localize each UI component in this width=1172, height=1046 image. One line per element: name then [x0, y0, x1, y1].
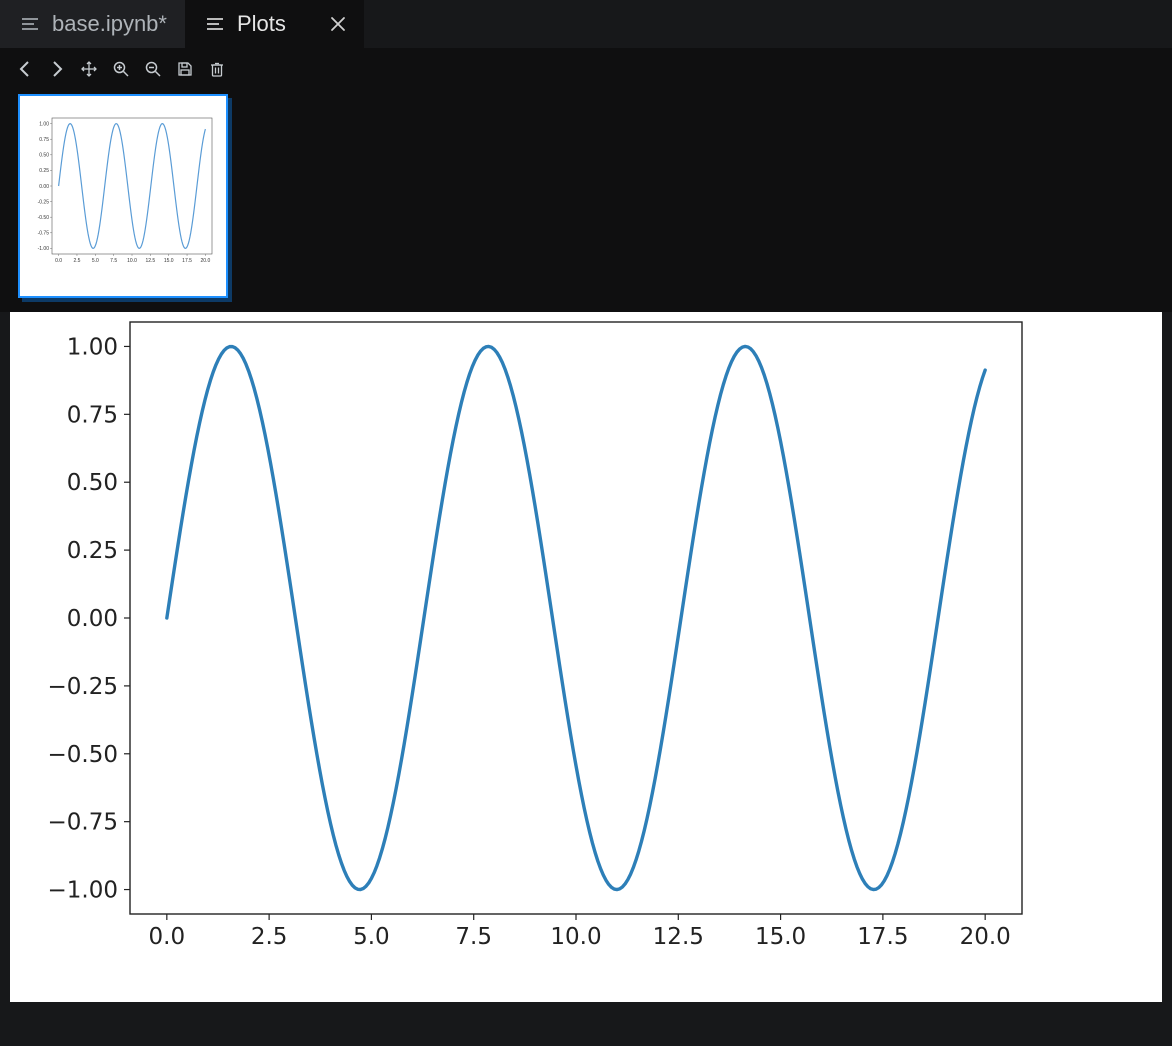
- x-tick-label: 0.0: [149, 924, 186, 950]
- svg-text:0.25: 0.25: [39, 168, 49, 174]
- svg-text:17.5: 17.5: [182, 258, 192, 264]
- svg-text:7.5: 7.5: [110, 258, 117, 264]
- y-tick-label: −0.50: [48, 742, 118, 768]
- lines-icon: [22, 17, 40, 31]
- y-tick-label: 1.00: [67, 334, 118, 360]
- x-tick-label: 10.0: [550, 924, 601, 950]
- tab-label: Plots: [237, 11, 286, 37]
- svg-text:10.0: 10.0: [127, 258, 137, 264]
- x-tick-label: 17.5: [857, 924, 908, 950]
- close-icon[interactable]: [330, 16, 346, 32]
- svg-text:5.0: 5.0: [92, 258, 99, 264]
- svg-text:-1.00: -1.00: [38, 246, 50, 252]
- zoom-out-button[interactable]: [142, 58, 164, 80]
- svg-text:0.0: 0.0: [55, 258, 62, 264]
- svg-text:1.00: 1.00: [39, 121, 49, 127]
- x-tick-label: 2.5: [251, 924, 288, 950]
- x-tick-label: 7.5: [455, 924, 492, 950]
- tab-plots[interactable]: Plots: [185, 0, 364, 48]
- y-tick-label: 0.50: [67, 470, 118, 496]
- pan-button[interactable]: [78, 58, 100, 80]
- y-tick-label: −0.25: [48, 674, 118, 700]
- next-plot-button[interactable]: [46, 58, 68, 80]
- y-tick-label: 0.00: [67, 606, 118, 632]
- svg-text:20.0: 20.0: [201, 258, 211, 264]
- y-tick-label: 0.25: [67, 538, 118, 564]
- zoom-in-button[interactable]: [110, 58, 132, 80]
- thumbnail-chart: 1.00 0.75 0.50 0.25 0.00 -0.25 -0.50 -0.75 -1.00…: [28, 104, 218, 288]
- x-tick-label: 15.0: [755, 924, 806, 950]
- plot-thumbnail[interactable]: 1.00 0.75 0.50 0.25 0.00 -0.25 -0.50 -0.75 -1.00…: [18, 94, 228, 298]
- y-tick-label: −0.75: [48, 810, 118, 836]
- tab-bar: base.ipynb* Plots: [0, 0, 1172, 48]
- data-line: [167, 346, 985, 889]
- x-tick-label: 12.5: [653, 924, 704, 950]
- tab-base-ipynb[interactable]: base.ipynb*: [0, 0, 185, 48]
- svg-text:15.0: 15.0: [164, 258, 174, 264]
- plots-toolbar: [0, 48, 1172, 88]
- lines-icon: [207, 17, 225, 31]
- x-tick-label: 20.0: [960, 924, 1011, 950]
- svg-text:-0.50: -0.50: [38, 215, 50, 221]
- line-chart: 1.00 0.75 0.50 0.25 0.00 −0.25 −0.50 −0.75 −1.00…: [10, 312, 1162, 1002]
- svg-text:0.50: 0.50: [39, 153, 49, 159]
- main-plot-area: 1.00 0.75 0.50 0.25 0.00 −0.25 −0.50 −0.75 −1.00…: [10, 312, 1162, 1002]
- plots-window: base.ipynb* Plots: [0, 0, 1172, 1046]
- delete-button[interactable]: [206, 58, 228, 80]
- svg-text:0.00: 0.00: [39, 184, 49, 190]
- x-tick-label: 5.0: [353, 924, 390, 950]
- svg-text:2.5: 2.5: [73, 258, 80, 264]
- svg-text:0.75: 0.75: [39, 137, 49, 143]
- svg-text:-0.75: -0.75: [38, 231, 50, 237]
- save-button[interactable]: [174, 58, 196, 80]
- svg-text:-0.25: -0.25: [38, 199, 50, 205]
- y-tick-label: 0.75: [67, 402, 118, 428]
- tab-label: base.ipynb*: [52, 11, 167, 37]
- svg-text:12.5: 12.5: [145, 258, 155, 264]
- y-tick-label: −1.00: [48, 878, 118, 904]
- plot-thumbnails-panel: 1.00 0.75 0.50 0.25 0.00 -0.25 -0.50 -0.75 -1.00…: [0, 88, 1172, 312]
- previous-plot-button[interactable]: [14, 58, 36, 80]
